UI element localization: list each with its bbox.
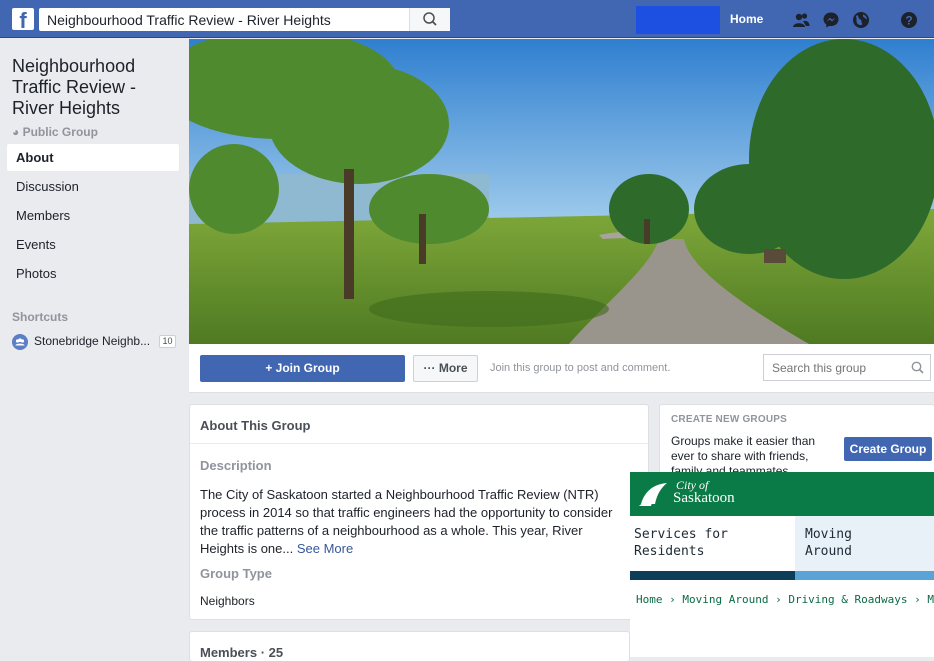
global-search-box[interactable]	[39, 8, 450, 31]
friends-icon[interactable]	[792, 11, 810, 29]
tab-services-for-residents[interactable]: Services for Residents	[630, 516, 795, 571]
globe-icon[interactable]	[852, 11, 870, 29]
create-group-button[interactable]: Create Group	[844, 437, 932, 461]
messenger-icon[interactable]	[822, 11, 840, 29]
shortcut-item[interactable]: Stonebridge Neighb... 10	[12, 333, 180, 351]
tab-underline-navy	[630, 571, 795, 580]
description-text: The City of Saskatoon started a Neighbou…	[200, 486, 630, 558]
nav-item-discussion[interactable]: Discussion	[7, 173, 179, 200]
profile-link-redacted[interactable]	[636, 6, 720, 34]
global-search-input[interactable]	[39, 8, 409, 31]
tab-underline-light-blue	[795, 571, 934, 580]
members-heading[interactable]: Members · 25	[200, 645, 283, 660]
global-search-button[interactable]	[409, 8, 450, 31]
shortcut-count-badge: 10	[159, 335, 176, 348]
group-type-value: Neighbors	[200, 594, 255, 608]
nav-item-events[interactable]: Events	[7, 231, 179, 258]
more-button[interactable]: ··· More	[413, 355, 478, 382]
tab-moving-around[interactable]: Moving Around	[795, 516, 934, 571]
shortcuts-heading: Shortcuts	[12, 310, 69, 324]
description-body: The City of Saskatoon started a Neighbou…	[200, 487, 613, 556]
group-privacy: ◕ Public Group	[12, 125, 98, 139]
tab-moving-line1: Moving	[805, 527, 852, 542]
facebook-logo-icon[interactable]: f	[12, 8, 34, 30]
globe-small-icon: ◕	[12, 125, 20, 139]
join-group-button[interactable]: + Join Group	[200, 355, 405, 382]
tab-services-line2: Residents	[634, 544, 705, 559]
group-title[interactable]: Neighbourhood Traffic Review - River Hei…	[12, 56, 182, 119]
group-search-box[interactable]	[763, 354, 931, 381]
nav-item-photos[interactable]: Photos	[7, 260, 179, 287]
group-search-input[interactable]	[764, 355, 904, 380]
nav-item-about[interactable]: About	[7, 144, 179, 171]
shortcut-label[interactable]: Stonebridge Neighb...	[34, 334, 150, 348]
group-type-label: Group Type	[200, 566, 272, 581]
see-more-link[interactable]: See More	[297, 541, 353, 556]
join-hint-text: Join this group to post and comment.	[490, 362, 671, 374]
saskatoon-breadcrumb[interactable]: Home › Moving Around › Driving & Roadway…	[636, 593, 934, 606]
nav-item-members[interactable]: Members	[7, 202, 179, 229]
saskatoon-logo-icon[interactable]	[637, 480, 669, 508]
search-icon	[423, 12, 437, 26]
home-link[interactable]: Home	[730, 12, 763, 26]
park-landscape-image	[189, 39, 934, 344]
search-icon[interactable]	[911, 361, 924, 374]
description-label: Description	[200, 458, 272, 473]
svg-text:?: ?	[905, 14, 912, 28]
group-icon	[12, 334, 28, 350]
create-groups-heading: CREATE NEW GROUPS	[671, 414, 787, 425]
tab-services-line1: Services for	[634, 527, 728, 542]
about-heading: About This Group	[200, 418, 311, 433]
help-icon[interactable]: ?	[900, 11, 918, 29]
about-divider	[190, 443, 648, 444]
group-privacy-label: Public Group	[22, 125, 98, 139]
saskatoon-wordmark[interactable]: Saskatoon	[673, 490, 735, 507]
tab-moving-line2: Around	[805, 544, 852, 559]
cover-photo	[189, 39, 934, 344]
